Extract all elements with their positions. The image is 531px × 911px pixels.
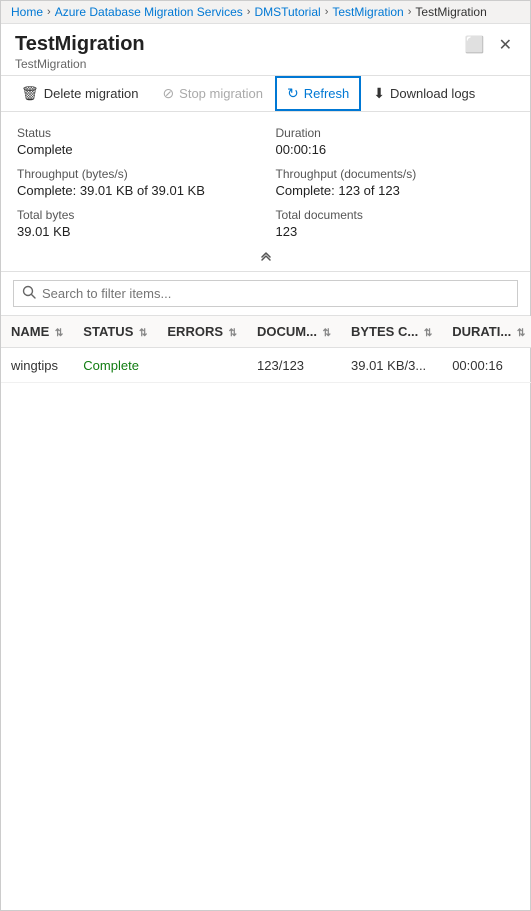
sort-icon-bytes: ⇅ <box>424 328 432 339</box>
breadcrumb: Home › Azure Database Migration Services… <box>1 1 530 24</box>
delete-icon: 🗑 <box>21 85 39 102</box>
sort-icon-name: ⇅ <box>55 328 63 339</box>
total-docs-label: Total documents <box>276 208 515 222</box>
col-status[interactable]: STATUS ⇅ <box>73 316 157 348</box>
refresh-label: Refresh <box>304 86 350 101</box>
throughput-docs-value: Complete: 123 of 123 <box>276 183 515 198</box>
search-icon <box>22 285 36 302</box>
sort-icon-status: ⇅ <box>139 328 147 339</box>
cell-name: wingtips <box>1 348 73 383</box>
cell-errors <box>157 348 247 383</box>
status-grid: Status Complete Duration 00:00:16 Throug… <box>17 126 514 239</box>
col-errors[interactable]: ERRORS ⇅ <box>157 316 247 348</box>
table-header-row: NAME ⇅ STATUS ⇅ ERRORS ⇅ DOCUM... ⇅ BYTE… <box>1 316 531 348</box>
data-table: NAME ⇅ STATUS ⇅ ERRORS ⇅ DOCUM... ⇅ BYTE… <box>1 316 531 383</box>
download-icon: ⬇ <box>373 85 385 102</box>
breadcrumb-dms[interactable]: Azure Database Migration Services <box>55 5 243 19</box>
search-bar <box>1 272 530 316</box>
page-header-left: TestMigration TestMigration <box>15 32 145 71</box>
refresh-icon: ↻ <box>287 85 299 102</box>
search-input-wrap <box>13 280 518 307</box>
total-docs-item: Total documents 123 <box>276 208 515 239</box>
col-duration[interactable]: DURATI... ⇅ <box>442 316 531 348</box>
breadcrumb-sep-1: › <box>47 6 51 18</box>
status-value: Complete <box>17 142 256 157</box>
breadcrumb-sep-3: › <box>325 6 329 18</box>
data-table-container: NAME ⇅ STATUS ⇅ ERRORS ⇅ DOCUM... ⇅ BYTE… <box>1 316 530 383</box>
breadcrumb-current: TestMigration <box>415 5 486 19</box>
duration-value: 00:00:16 <box>276 142 515 157</box>
stop-migration-button[interactable]: ⊘ Stop migration <box>150 76 275 111</box>
col-bytes[interactable]: BYTES C... ⇅ <box>341 316 442 348</box>
page-header-actions: ⬜ ✕ <box>461 32 516 56</box>
total-bytes-item: Total bytes 39.01 KB <box>17 208 256 239</box>
throughput-docs-item: Throughput (documents/s) Complete: 123 o… <box>276 167 515 198</box>
breadcrumb-dmstutorial[interactable]: DMSTutorial <box>254 5 320 19</box>
collapse-button[interactable] <box>17 247 514 263</box>
status-panel: Status Complete Duration 00:00:16 Throug… <box>1 112 530 272</box>
page-subtitle: TestMigration <box>15 57 145 71</box>
cell-status: Complete <box>73 348 157 383</box>
window-close-button[interactable]: ✕ <box>495 36 516 56</box>
duration-label: Duration <box>276 126 515 140</box>
col-name[interactable]: NAME ⇅ <box>1 316 73 348</box>
throughput-docs-label: Throughput (documents/s) <box>276 167 515 181</box>
stop-migration-label: Stop migration <box>179 86 263 101</box>
breadcrumb-home[interactable]: Home <box>11 5 43 19</box>
refresh-button[interactable]: ↻ Refresh <box>275 76 361 111</box>
breadcrumb-sep-2: › <box>247 6 251 18</box>
search-input[interactable] <box>42 286 509 301</box>
cell-duration: 00:00:16 <box>442 348 531 383</box>
status-label: Status <box>17 126 256 140</box>
page-header: TestMigration TestMigration ⬜ ✕ <box>1 24 530 76</box>
stop-icon: ⊘ <box>162 85 174 102</box>
cell-docs: 123/123 <box>247 348 341 383</box>
status-item: Status Complete <box>17 126 256 157</box>
breadcrumb-sep-4: › <box>408 6 412 18</box>
sort-icon-duration: ⇅ <box>517 328 525 339</box>
toolbar: 🗑 Delete migration ⊘ Stop migration ↻ Re… <box>1 76 530 112</box>
cell-bytes: 39.01 KB/3... <box>341 348 442 383</box>
delete-migration-button[interactable]: 🗑 Delete migration <box>9 76 150 111</box>
col-docs[interactable]: DOCUM... ⇅ <box>247 316 341 348</box>
throughput-bytes-item: Throughput (bytes/s) Complete: 39.01 KB … <box>17 167 256 198</box>
sort-icon-docs: ⇅ <box>323 328 331 339</box>
window-restore-button[interactable]: ⬜ <box>461 36 489 56</box>
delete-migration-label: Delete migration <box>44 86 139 101</box>
download-logs-button[interactable]: ⬇ Download logs <box>361 76 487 111</box>
total-docs-value: 123 <box>276 224 515 239</box>
total-bytes-label: Total bytes <box>17 208 256 222</box>
sort-icon-errors: ⇅ <box>229 328 237 339</box>
total-bytes-value: 39.01 KB <box>17 224 256 239</box>
download-logs-label: Download logs <box>390 86 475 101</box>
throughput-bytes-value: Complete: 39.01 KB of 39.01 KB <box>17 183 256 198</box>
breadcrumb-testmigration[interactable]: TestMigration <box>332 5 403 19</box>
duration-item: Duration 00:00:16 <box>276 126 515 157</box>
page-title: TestMigration <box>15 32 145 56</box>
table-row: wingtips Complete 123/123 39.01 KB/3... … <box>1 348 531 383</box>
throughput-bytes-label: Throughput (bytes/s) <box>17 167 256 181</box>
